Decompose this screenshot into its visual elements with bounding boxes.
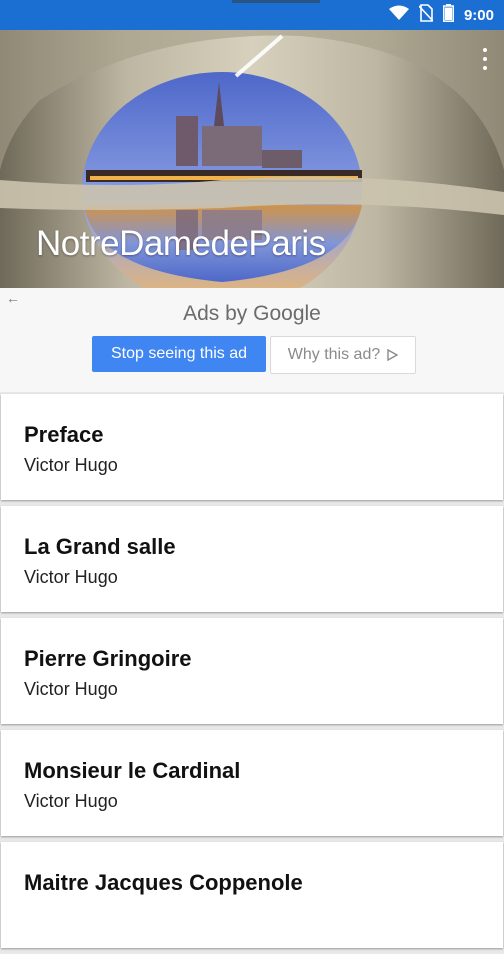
stop-seeing-ad-button[interactable]: Stop seeing this ad — [92, 336, 266, 372]
chapter-author: Victor Hugo — [24, 455, 118, 475]
status-bar: 9:00 — [0, 0, 504, 30]
list-item[interactable]: Preface Victor Hugo — [1, 394, 503, 500]
no-sim-icon — [418, 3, 434, 27]
why-this-ad-button[interactable]: Why this ad? — [270, 336, 416, 374]
chapter-author: Victor Hugo — [24, 679, 118, 699]
list-item[interactable]: Monsieur le Cardinal Victor Hugo — [1, 730, 503, 836]
chapter-title: Maitre Jacques Coppenole — [24, 870, 303, 895]
list-item[interactable]: Pierre Gringoire Victor Hugo — [1, 618, 503, 724]
ad-actions: Stop seeing this ad Why this ad? — [92, 336, 416, 374]
chapter-author: Victor Hugo — [24, 791, 118, 811]
chapter-author: Victor Hugo — [24, 567, 118, 587]
chapter-title: Monsieur le Cardinal — [24, 758, 241, 783]
list-item[interactable]: Maitre Jacques Coppenole — [1, 842, 503, 948]
ad-banner: ← Ads by Google Stop seeing this ad Why … — [0, 288, 504, 392]
why-this-ad-label: Why this ad? — [287, 346, 381, 363]
book-title: NotreDamedeParis — [36, 224, 326, 263]
hero-banner: NotreDamedeParis — [0, 30, 504, 288]
clock: 9:00 — [463, 6, 494, 24]
battery-icon — [443, 3, 454, 27]
status-indicator — [232, 0, 320, 3]
chapter-title: Pierre Gringoire — [24, 646, 192, 671]
overflow-menu-icon[interactable] — [482, 48, 488, 70]
chapter-title: La Grand salle — [24, 534, 176, 559]
ads-by-google-label: Ads by Google — [183, 302, 321, 325]
status-icons: 9:00 — [388, 3, 494, 27]
list-item[interactable]: La Grand salle Victor Hugo — [1, 506, 503, 612]
chapter-list: Preface Victor Hugo La Grand salle Victo… — [0, 394, 504, 954]
wifi-icon — [388, 5, 409, 26]
play-outline-icon — [387, 349, 399, 361]
chapter-title: Preface — [24, 422, 104, 447]
